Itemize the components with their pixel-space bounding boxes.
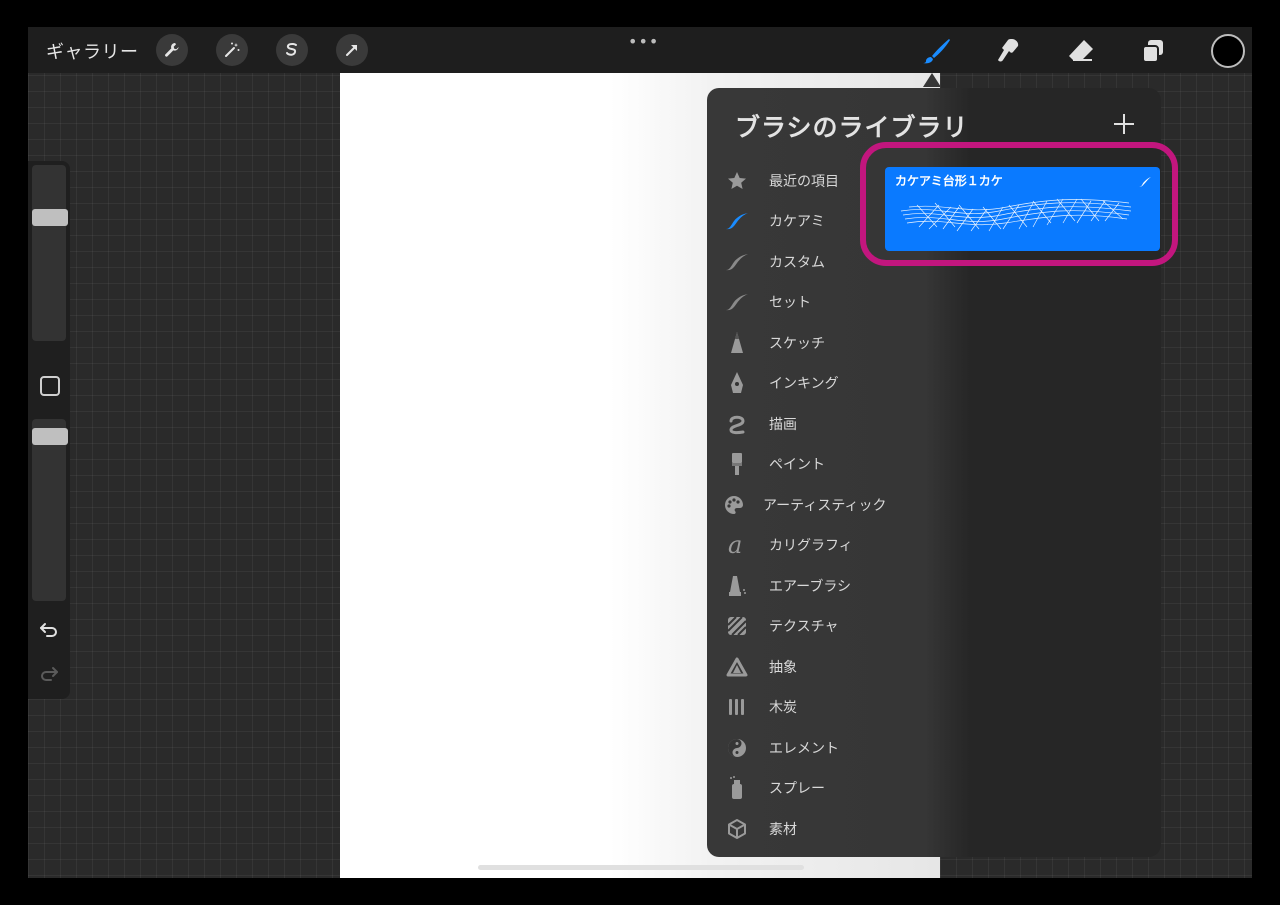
highlight-ring: [860, 142, 1178, 266]
category-set[interactable]: セット: [723, 286, 883, 318]
popover-pointer: [923, 73, 941, 87]
category-label: エレメント: [769, 741, 839, 757]
pencil-tip-icon: [723, 329, 751, 357]
charcoal-icon: [723, 693, 751, 721]
pen-nib-icon: [723, 369, 751, 397]
category-recent[interactable]: 最近の項目: [723, 165, 883, 197]
category-materials[interactable]: 素材: [723, 813, 883, 845]
category-label: カスタム: [769, 255, 825, 271]
procreate-screen: ギャラリー ••• ブラシのライブラリ 最近の項目 カケアミ カスタム セット …: [28, 27, 1252, 878]
home-indicator: [478, 865, 804, 870]
category-paint[interactable]: ペイント: [723, 448, 883, 480]
category-charcoal[interactable]: 木炭: [723, 691, 883, 723]
yin-yang-icon: [723, 734, 751, 762]
category-label: カケアミ: [769, 214, 825, 230]
opacity-handle[interactable]: [32, 428, 68, 445]
category-spray[interactable]: スプレー: [723, 772, 883, 804]
brush-stroke-icon: [723, 207, 751, 235]
category-airbrush[interactable]: エアーブラシ: [723, 570, 883, 602]
category-label: インキング: [769, 376, 839, 392]
magic-wand-icon[interactable]: [216, 34, 248, 66]
more-menu-dots[interactable]: •••: [628, 32, 659, 51]
category-abstract[interactable]: 抽象: [723, 651, 883, 683]
eraser-icon[interactable]: [1064, 34, 1098, 68]
category-elements[interactable]: エレメント: [723, 732, 883, 764]
wrench-icon[interactable]: [156, 34, 188, 66]
calligraphy-a-icon: a: [723, 531, 751, 559]
squiggle-icon: [723, 410, 751, 438]
paintbrush-icon: [723, 450, 751, 478]
modify-square-icon[interactable]: [40, 376, 60, 396]
category-label: 描画: [769, 417, 797, 433]
gallery-button[interactable]: ギャラリー: [46, 38, 139, 64]
category-label: アーティスティック: [763, 498, 887, 514]
panel-title: ブラシのライブラリ: [735, 113, 969, 142]
category-artistic[interactable]: アーティスティック: [723, 489, 887, 521]
category-inking[interactable]: インキング: [723, 367, 883, 399]
category-label: セット: [769, 295, 811, 311]
brush-stroke-icon: [723, 248, 751, 276]
category-label: テクスチャ: [769, 619, 839, 635]
svg-text:a: a: [728, 533, 742, 557]
transform-arrow-icon[interactable]: [336, 34, 368, 66]
airbrush-icon: [723, 572, 751, 600]
category-label: ペイント: [769, 457, 825, 473]
brush-icon[interactable]: [920, 34, 954, 68]
color-picker-swatch[interactable]: [1211, 34, 1245, 68]
star-icon: [723, 167, 751, 195]
opacity-slider[interactable]: [32, 419, 66, 601]
category-calligraphy[interactable]: a カリグラフィ: [723, 529, 883, 561]
layers-icon[interactable]: [1136, 34, 1170, 68]
cube-icon: [723, 815, 751, 843]
category-custom[interactable]: カスタム: [723, 246, 883, 278]
category-label: 素材: [769, 822, 797, 838]
brush-size-slider[interactable]: [32, 165, 66, 341]
top-toolbar: ギャラリー •••: [28, 27, 1252, 73]
spray-can-icon: [723, 774, 751, 802]
category-label: 最近の項目: [769, 174, 839, 190]
category-label: スケッチ: [769, 336, 825, 352]
category-label: 木炭: [769, 700, 797, 716]
brush-stroke-icon: [723, 288, 751, 316]
category-kakeami[interactable]: カケアミ: [723, 205, 883, 237]
category-label: 抽象: [769, 660, 797, 676]
undo-icon[interactable]: [37, 617, 61, 641]
category-label: エアーブラシ: [769, 579, 852, 595]
category-drawing[interactable]: 描画: [723, 408, 883, 440]
category-label: スプレー: [769, 781, 825, 797]
palette-icon: [723, 491, 745, 519]
smudge-icon[interactable]: [992, 34, 1026, 68]
texture-icon: [723, 612, 751, 640]
redo-icon[interactable]: [37, 661, 61, 685]
category-texture[interactable]: テクスチャ: [723, 610, 883, 642]
category-label: カリグラフィ: [769, 538, 853, 554]
category-sketch[interactable]: スケッチ: [723, 327, 883, 359]
brush-size-handle[interactable]: [32, 209, 68, 226]
selection-icon[interactable]: [276, 34, 308, 66]
triangle-icon: [723, 653, 751, 681]
left-sidebar: [28, 161, 70, 699]
add-brush-plus-icon[interactable]: [1112, 112, 1136, 136]
